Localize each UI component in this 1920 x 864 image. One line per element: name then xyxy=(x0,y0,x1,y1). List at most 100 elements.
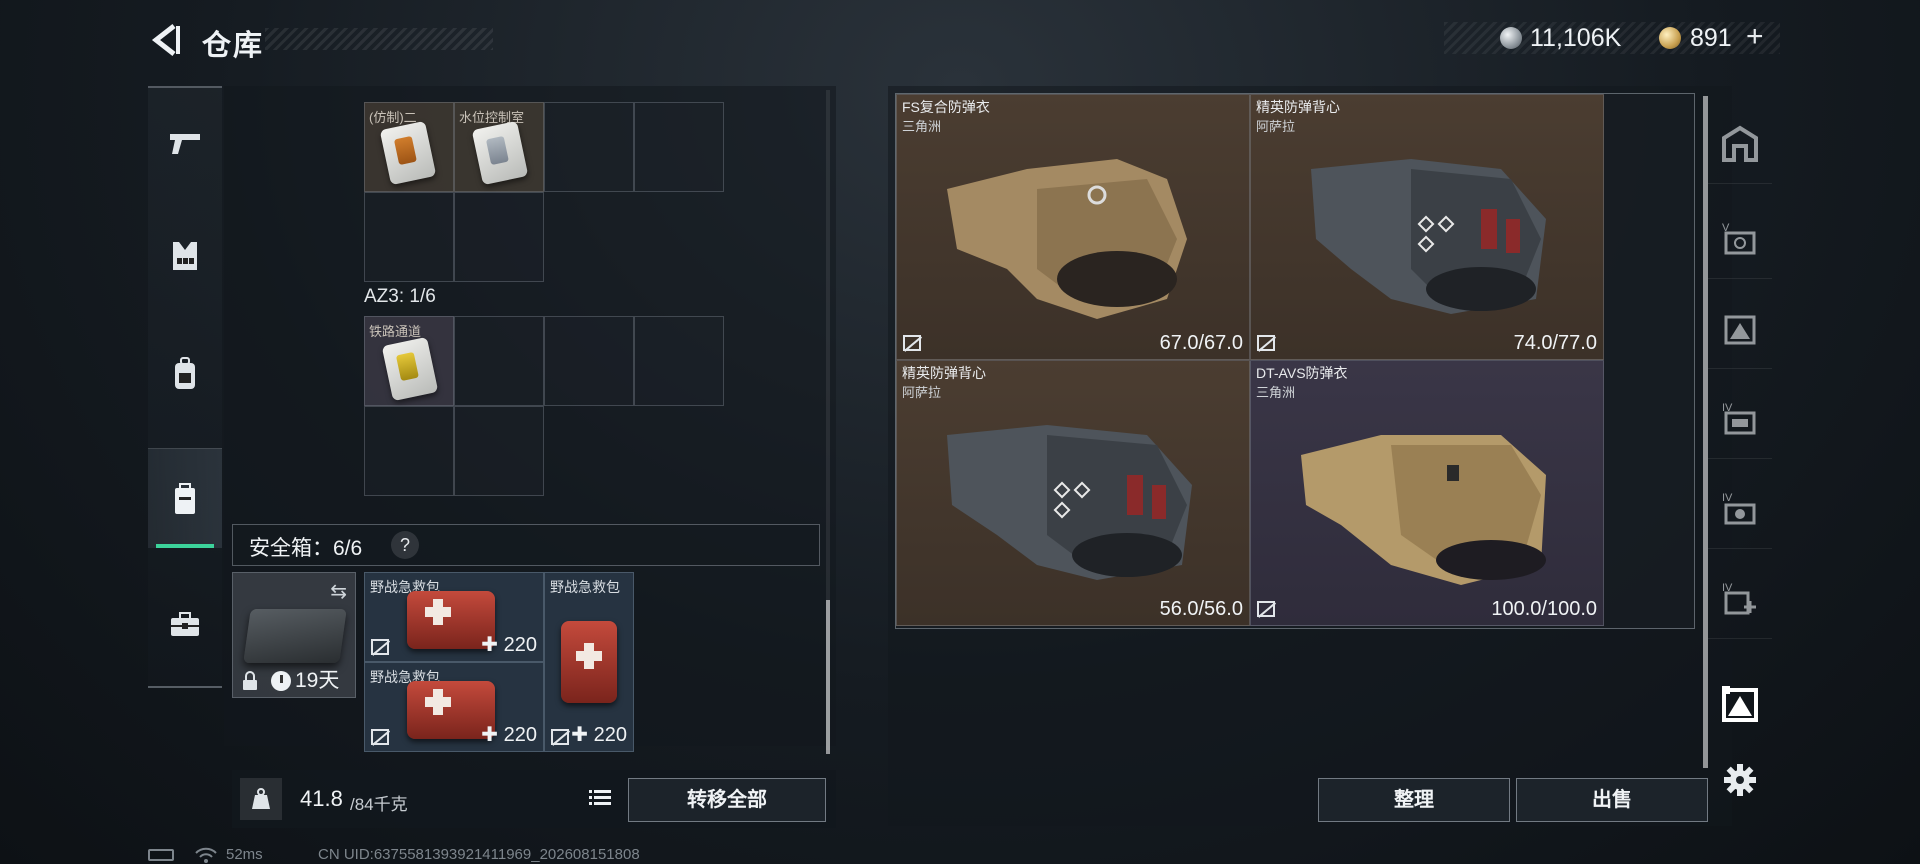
armor-item[interactable]: FS复合防弹衣 三角洲 67.0/67.0 xyxy=(896,94,1250,360)
armor-durability: 67.0/67.0 xyxy=(1159,332,1243,354)
armor-vest-image xyxy=(947,425,1192,580)
storage-iv-camera-icon: IV xyxy=(1722,492,1756,524)
no-insure-icon xyxy=(903,335,921,351)
safe-box-header: 安全箱：6/6 ? xyxy=(232,524,820,566)
safe-case-slot[interactable]: ⇆ 19天 xyxy=(232,572,356,698)
armor-name: FS复合防弹衣 xyxy=(902,99,990,115)
item-count: ✚ 220 xyxy=(571,724,627,746)
empty-slot[interactable] xyxy=(634,102,724,192)
left-category-nav xyxy=(148,86,222,688)
weight-max: /84千克 xyxy=(350,795,408,814)
sell-button[interactable]: 出售 xyxy=(1516,778,1708,822)
armor-item[interactable]: 精英防弹背心 阿萨拉 56.0/56.0 xyxy=(896,360,1250,626)
empty-slot[interactable] xyxy=(454,192,544,282)
nav-weapons[interactable] xyxy=(148,94,222,194)
lock-icon xyxy=(243,671,257,690)
warehouse-arch-icon xyxy=(1722,125,1758,162)
medkit-icon xyxy=(561,621,617,703)
warehouse-page-3[interactable] xyxy=(1708,289,1772,369)
safe-box-item[interactable]: 野战急救包 ✚ 220 xyxy=(364,662,544,752)
no-insure-icon xyxy=(371,639,389,655)
warehouse-page-v[interactable]: V xyxy=(1708,199,1772,279)
keycard-icon xyxy=(381,336,439,402)
empty-slot[interactable] xyxy=(634,316,724,406)
title-decoration xyxy=(265,28,493,50)
armor-durability: 74.0/77.0 xyxy=(1513,332,1597,354)
list-view-button[interactable] xyxy=(584,782,616,814)
safe-box-item[interactable]: 野战急救包 ✚ 220 xyxy=(544,572,634,752)
weight-kg-icon xyxy=(240,778,282,820)
wifi-icon xyxy=(195,847,217,863)
settings-button[interactable] xyxy=(1722,762,1758,798)
empty-slot[interactable] xyxy=(364,192,454,282)
safe-box-label: 安全箱：6/6 xyxy=(249,537,363,560)
storage-item[interactable]: 水位控制室 xyxy=(454,102,544,192)
armor-item[interactable]: DT-AVS防弹衣 三角洲 100.0/100.0 xyxy=(1250,360,1604,626)
transfer-all-button[interactable]: 转移全部 xyxy=(628,778,826,822)
armor-name: 精英防弹背心 xyxy=(1256,99,1340,115)
page-title: 仓库 xyxy=(202,30,265,62)
item-label: 铁路通道 xyxy=(369,324,422,339)
gold-coin-icon xyxy=(1659,27,1681,49)
weight-current: 41.8 xyxy=(300,786,343,811)
nav-chest-rig[interactable] xyxy=(148,206,222,306)
container-az3-label: AZ3: 1/6 xyxy=(364,286,436,307)
ping-readout: 52ms xyxy=(226,846,263,863)
svg-text:IV: IV xyxy=(1722,492,1733,504)
back-button[interactable] xyxy=(148,22,184,58)
backpack-icon xyxy=(175,357,195,389)
warehouse-page-1[interactable] xyxy=(1708,104,1772,184)
no-insure-icon xyxy=(551,729,569,745)
armor-vest-image xyxy=(947,159,1187,319)
clock-icon xyxy=(271,671,291,691)
armor-durability: 100.0/100.0 xyxy=(1491,598,1597,620)
empty-slot[interactable] xyxy=(544,102,634,192)
toolbox-icon xyxy=(171,612,199,636)
list-icon xyxy=(589,790,611,805)
item-count: ✚ 220 xyxy=(481,724,537,746)
nav-toolbox[interactable] xyxy=(148,574,222,674)
warehouse-page-iv-2[interactable]: IV xyxy=(1708,469,1772,549)
keycard-icon xyxy=(379,120,437,186)
silver-coin-icon xyxy=(1500,27,1522,49)
storage-scrollbar-thumb[interactable] xyxy=(826,600,830,754)
item-label: 野战急救包 xyxy=(550,579,620,595)
gold-amount: 891 xyxy=(1690,24,1732,52)
no-insure-icon xyxy=(1257,601,1275,617)
empty-slot[interactable] xyxy=(454,316,544,406)
safe-case-image xyxy=(243,609,347,663)
gear-icon xyxy=(1724,764,1756,796)
armor-vest-image xyxy=(1301,435,1546,585)
armor-item[interactable]: 精英防弹背心 阿萨拉 74.0/77.0 xyxy=(1250,94,1604,360)
nav-backpack[interactable] xyxy=(148,324,222,424)
sort-button[interactable]: 整理 xyxy=(1318,778,1510,822)
no-insure-icon xyxy=(1257,335,1275,351)
storage-item[interactable]: 铁路通道 xyxy=(364,316,454,406)
warehouse-page-iv-3[interactable]: IV xyxy=(1708,559,1772,639)
back-arrow-icon xyxy=(151,24,180,56)
armor-name: 精英防弹背心 xyxy=(902,365,986,381)
help-button[interactable]: ? xyxy=(391,531,419,559)
add-currency-button[interactable]: + xyxy=(1746,20,1764,54)
gun-icon xyxy=(170,134,200,154)
safe-box-item[interactable]: 野战急救包 ✚ 220 xyxy=(364,572,544,662)
status-bar: 52ms CN UID:6375581393921411969_20260815… xyxy=(148,846,1048,864)
warehouse-page-iv-1[interactable]: IV xyxy=(1708,379,1772,459)
armor-durability: 56.0/56.0 xyxy=(1159,598,1243,620)
swap-icon[interactable]: ⇆ xyxy=(330,579,347,604)
empty-slot[interactable] xyxy=(454,406,544,496)
armor-grid: FS复合防弹衣 三角洲 67.0/67.0 精英防弹背心 阿萨拉 74.0/77… xyxy=(895,93,1695,629)
warehouse-page-armor[interactable] xyxy=(1708,664,1772,744)
storage-item[interactable]: (仿制)二 xyxy=(364,102,454,192)
currency-display: 11,106K 891 + xyxy=(1444,20,1780,54)
armor-vest-image xyxy=(1311,159,1546,314)
item-count: ✚ 220 xyxy=(481,634,537,656)
silver-amount: 11,106K xyxy=(1530,24,1622,52)
empty-slot[interactable] xyxy=(364,406,454,496)
nav-safe-case[interactable] xyxy=(148,448,222,548)
weight-bar: 41.8 /84千克 转移全部 xyxy=(232,770,836,828)
user-uid: CN UID:6375581393921411969_202608151808 xyxy=(318,846,640,863)
empty-slot[interactable] xyxy=(544,316,634,406)
case-days-remaining: 19天 xyxy=(295,669,340,692)
vest-icon xyxy=(173,242,197,270)
